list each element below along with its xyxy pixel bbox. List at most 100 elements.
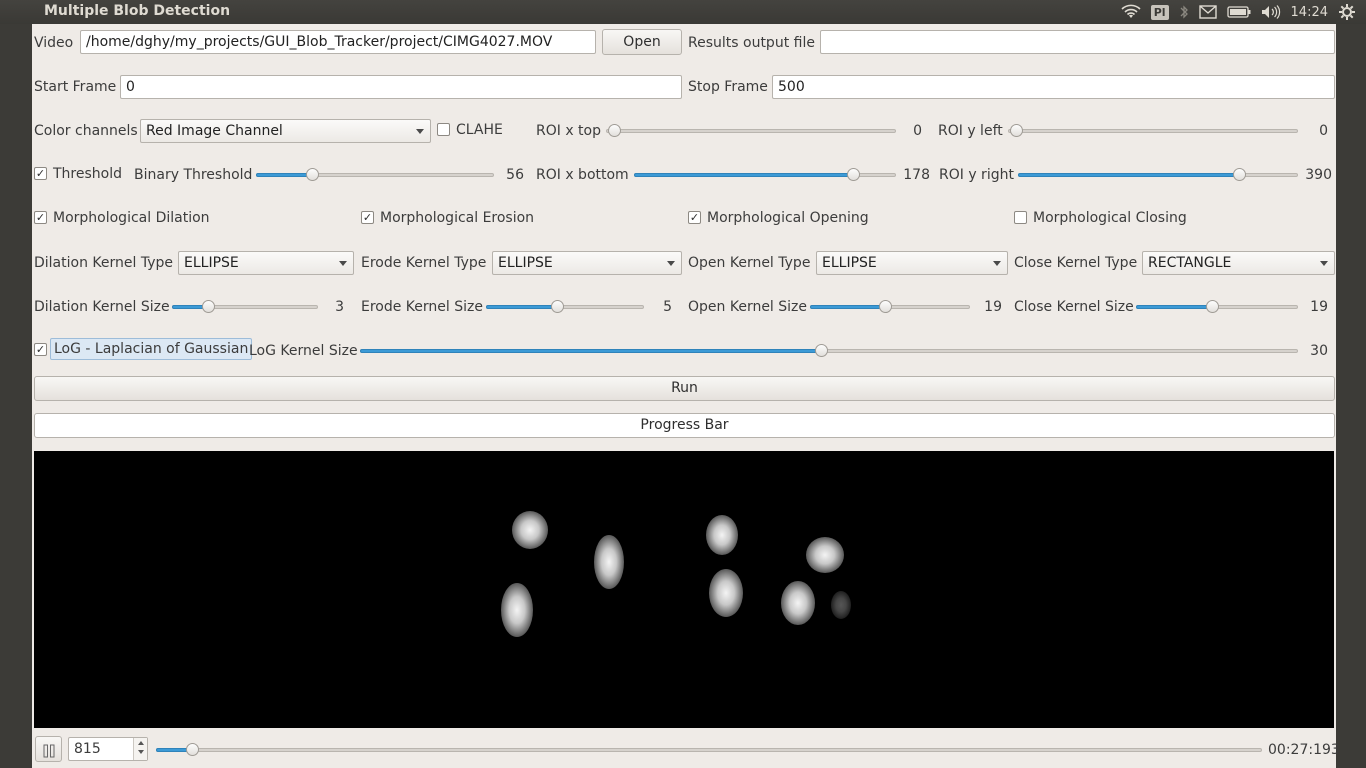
dilation-kernel-type-select[interactable]: ELLIPSE <box>178 251 354 275</box>
open-kernel-type-label: Open Kernel Type <box>688 255 811 271</box>
open-kernel-size-value: 19 <box>984 299 1002 315</box>
roi-x-top-slider[interactable] <box>606 123 896 139</box>
time-display: 00:27:193 <box>1268 742 1340 758</box>
video-path-input[interactable]: /home/dghy/my_projects/GUI_Blob_Tracker/… <box>80 30 596 54</box>
erosion-checkbox[interactable]: ✓ <box>361 211 374 224</box>
slider-handle[interactable] <box>551 300 564 313</box>
roi-x-bottom-value: 178 <box>903 167 930 183</box>
slider-handle[interactable] <box>879 300 892 313</box>
opening-label: Morphological Opening <box>707 210 869 226</box>
opening-checkbox[interactable]: ✓ <box>688 211 701 224</box>
erosion-label: Morphological Erosion <box>380 210 535 226</box>
slider-handle[interactable] <box>847 168 860 181</box>
open-kernel-size-slider[interactable] <box>810 299 970 315</box>
slider-handle[interactable] <box>186 743 199 756</box>
close-kernel-size-slider[interactable] <box>1136 299 1298 315</box>
roi-y-left-slider[interactable] <box>1008 123 1298 139</box>
clock[interactable]: 14:24 <box>1291 5 1328 20</box>
stop-frame-label: Stop Frame <box>688 79 768 95</box>
slider-handle[interactable] <box>608 124 621 137</box>
slider-handle[interactable] <box>202 300 215 313</box>
open-kernel-type-select[interactable]: ELLIPSE <box>816 251 1008 275</box>
settings-gear-icon[interactable] <box>1338 3 1356 21</box>
open-button[interactable]: Open <box>602 29 682 55</box>
dilation-checkbox[interactable]: ✓ <box>34 211 47 224</box>
color-channels-select[interactable]: Red Image Channel <box>140 119 431 143</box>
blob <box>512 511 548 549</box>
progress-bar: Progress Bar <box>34 413 1335 438</box>
dilation-kernel-size-slider[interactable] <box>172 299 318 315</box>
run-button[interactable]: Run <box>34 376 1335 401</box>
log-kernel-size-value: 30 <box>1310 343 1328 359</box>
erode-kernel-size-label: Erode Kernel Size <box>361 299 483 315</box>
log-checkbox[interactable]: ✓ <box>34 343 47 356</box>
roi-x-top-label: ROI x top <box>536 123 602 139</box>
color-channels-value: Red Image Channel <box>146 123 283 139</box>
close-kernel-type-select[interactable]: RECTANGLE <box>1142 251 1335 275</box>
slider-handle[interactable] <box>815 344 828 357</box>
volume-icon[interactable] <box>1261 5 1281 19</box>
chevron-down-icon <box>1320 261 1328 266</box>
blob <box>781 581 815 625</box>
chevron-down-icon <box>339 261 347 266</box>
erode-kernel-size-value: 5 <box>663 299 672 315</box>
binary-threshold-label: Binary Threshold <box>134 167 253 183</box>
slider-handle[interactable] <box>1233 168 1246 181</box>
top-panel: Multiple Blob Detection Pl 14:24 <box>0 0 1366 24</box>
blob <box>594 535 624 589</box>
color-channels-label: Color channels <box>34 123 138 139</box>
start-frame-label: Start Frame <box>34 79 117 95</box>
pause-icon <box>43 742 55 766</box>
roi-x-bottom-slider[interactable] <box>634 167 896 183</box>
app-title: Multiple Blob Detection <box>44 3 231 19</box>
roi-x-top-value: 0 <box>913 123 922 139</box>
roi-y-left-value: 0 <box>1319 123 1328 139</box>
spinbox-buttons[interactable] <box>133 738 147 760</box>
slider-handle[interactable] <box>306 168 319 181</box>
slider-handle[interactable] <box>1010 124 1023 137</box>
close-kernel-size-value: 19 <box>1310 299 1328 315</box>
stop-frame-input[interactable]: 500 <box>772 75 1335 99</box>
dilation-kernel-size-value: 3 <box>335 299 344 315</box>
chevron-down-icon <box>993 261 1001 266</box>
chevron-down-icon <box>416 129 424 134</box>
start-frame-input[interactable]: 0 <box>120 75 682 99</box>
clahe-checkbox[interactable] <box>437 123 450 136</box>
video-frame <box>34 451 1334 728</box>
log-kernel-size-label: LoG Kernel Size <box>249 343 358 359</box>
pause-button[interactable] <box>35 736 62 762</box>
mail-icon[interactable] <box>1198 5 1217 19</box>
main-window: Video /home/dghy/my_projects/GUI_Blob_Tr… <box>32 24 1340 768</box>
results-output-input[interactable] <box>820 30 1335 54</box>
bluetooth-icon[interactable] <box>1179 4 1189 20</box>
blob <box>831 591 851 619</box>
close-kernel-type-label: Close Kernel Type <box>1014 255 1138 271</box>
frame-spinbox[interactable]: 815 <box>68 737 148 761</box>
erode-kernel-type-select[interactable]: ELLIPSE <box>492 251 682 275</box>
close-kernel-size-label: Close Kernel Size <box>1014 299 1134 315</box>
clahe-label: CLAHE <box>456 122 503 138</box>
roi-x-bottom-label: ROI x bottom <box>536 167 629 183</box>
dilation-kernel-type-value: ELLIPSE <box>184 255 239 271</box>
blob <box>706 515 738 555</box>
timeline-slider[interactable] <box>156 742 1262 758</box>
erode-kernel-size-slider[interactable] <box>486 299 644 315</box>
log-label[interactable]: LoG - Laplacian of Gaussian <box>50 338 253 360</box>
player-controls: 815 00:27:193 <box>32 728 1340 768</box>
closing-checkbox[interactable] <box>1014 211 1027 224</box>
open-kernel-type-value: ELLIPSE <box>822 255 877 271</box>
binary-threshold-slider[interactable] <box>256 167 494 183</box>
keyboard-layout-indicator[interactable]: Pl <box>1150 4 1169 20</box>
threshold-checkbox[interactable]: ✓ <box>34 167 47 180</box>
slider-handle[interactable] <box>1206 300 1219 313</box>
roi-y-right-label: ROI y right <box>939 167 1014 183</box>
roi-y-left-label: ROI y left <box>938 123 1003 139</box>
erode-kernel-type-label: Erode Kernel Type <box>361 255 487 271</box>
video-label: Video <box>34 35 74 51</box>
binary-threshold-value: 56 <box>506 167 524 183</box>
blob <box>709 569 743 617</box>
battery-icon[interactable] <box>1226 5 1251 19</box>
wifi-icon[interactable] <box>1121 4 1141 20</box>
roi-y-right-slider[interactable] <box>1018 167 1298 183</box>
log-kernel-size-slider[interactable] <box>360 343 1298 359</box>
